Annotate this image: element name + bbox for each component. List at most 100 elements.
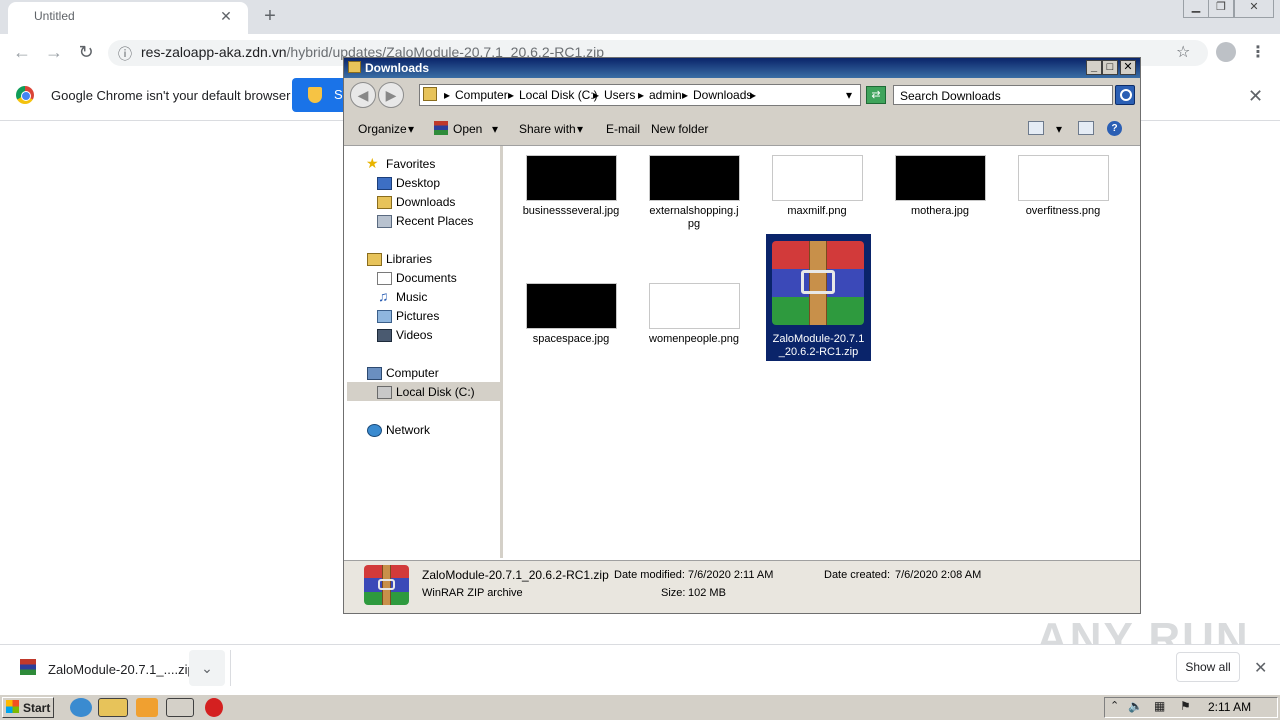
explorer-forward-icon[interactable]: ▶	[378, 82, 404, 108]
flag-icon[interactable]: ⚑	[1180, 699, 1191, 713]
breadcrumb-item[interactable]: Local Disk (C:)	[519, 88, 598, 102]
file-name[interactable]: maxmilf.png	[762, 205, 872, 218]
preview-pane-icon[interactable]	[1078, 121, 1094, 135]
chevron-down-icon[interactable]: ⌄	[189, 650, 225, 686]
new-folder-button[interactable]: New folder	[651, 122, 708, 136]
info-icon[interactable]: ⓘ	[118, 44, 132, 64]
search-input[interactable]: Search Downloads	[893, 85, 1113, 105]
details-type: WinRAR ZIP archive	[422, 587, 523, 599]
explorer-back-icon[interactable]: ◀	[350, 82, 376, 108]
chrome-menu-icon[interactable]: ⋮	[1250, 42, 1266, 62]
file-thumbnail[interactable]	[895, 155, 986, 201]
shelf-close-icon[interactable]: ✕	[1254, 658, 1267, 678]
refresh-icon[interactable]: ⇄	[866, 86, 886, 104]
explorer-titlebar[interactable]	[344, 58, 1140, 78]
file-name[interactable]: spacespace.jpg	[516, 333, 626, 346]
explorer-minimize-icon[interactable]: _	[1086, 60, 1102, 75]
file-name-wrap[interactable]: pg	[639, 218, 749, 231]
address-dropdown-icon[interactable]: ▾	[846, 88, 852, 102]
windows-logo-icon	[6, 700, 19, 713]
breadcrumb-item[interactable]: Downloads	[693, 88, 752, 102]
file-name[interactable]: businessseveral.jpg	[516, 205, 626, 218]
file-thumbnail[interactable]	[526, 283, 617, 329]
open-button[interactable]: Open	[453, 122, 482, 136]
tray-expand-icon[interactable]: ⌃	[1110, 699, 1119, 712]
chevron-down-icon[interactable]: ▾	[408, 122, 414, 136]
file-thumbnail[interactable]	[526, 155, 617, 201]
explorer-close-icon[interactable]: ✕	[1120, 60, 1136, 75]
winrar-archive-icon[interactable]	[772, 241, 864, 325]
breadcrumb-item[interactable]: Users	[604, 88, 635, 102]
recent-places-icon	[377, 215, 392, 228]
breadcrumb-separator-icon[interactable]: ▸	[750, 88, 756, 102]
minimize-icon[interactable]: ▁	[1183, 0, 1209, 18]
nav-network[interactable]: Network	[386, 423, 430, 437]
file-thumbnail[interactable]	[649, 155, 740, 201]
nav-favorites[interactable]: Favorites	[386, 157, 435, 171]
breadcrumb-separator-icon[interactable]: ▸	[508, 88, 514, 102]
view-icon[interactable]	[1028, 121, 1044, 135]
file-name[interactable]: ZaloModule-20.7.1 _20.6.2-RC1.zip	[766, 333, 871, 359]
restore-icon[interactable]: ❐	[1208, 0, 1234, 18]
forward-icon[interactable]: →	[42, 41, 66, 63]
profile-avatar[interactable]	[1216, 42, 1236, 62]
nav-pictures[interactable]: Pictures	[396, 309, 439, 323]
search-icon[interactable]	[1115, 85, 1135, 105]
infobar-close-icon[interactable]: ✕	[1248, 86, 1263, 107]
nav-desktop[interactable]: Desktop	[396, 176, 440, 190]
file-thumbnail[interactable]	[649, 283, 740, 329]
breadcrumb-separator-icon[interactable]: ▸	[593, 88, 599, 102]
file-thumbnail[interactable]	[772, 155, 863, 201]
file-name[interactable]: overfitness.png	[1008, 205, 1118, 218]
winrar-archive-icon	[364, 565, 409, 605]
internet-explorer-icon[interactable]	[70, 698, 92, 717]
email-button[interactable]: E-mail	[606, 122, 640, 136]
help-icon[interactable]: ?	[1107, 121, 1122, 136]
show-all-button[interactable]: Show all	[1176, 652, 1240, 682]
reload-icon[interactable]: ↻	[74, 41, 98, 63]
chevron-down-icon[interactable]: ▾	[1056, 122, 1062, 136]
back-icon[interactable]: ←	[10, 41, 34, 63]
volume-icon[interactable]: 🔈	[1128, 699, 1143, 713]
nav-libraries[interactable]: Libraries	[386, 252, 432, 266]
file-name[interactable]: womenpeople.png	[639, 333, 749, 346]
breadcrumb-separator-icon[interactable]: ▸	[638, 88, 644, 102]
chrome-taskbar-icon[interactable]	[166, 698, 194, 717]
breadcrumb-separator-icon[interactable]: ▸	[444, 88, 450, 102]
breadcrumb-separator-icon[interactable]: ▸	[682, 88, 688, 102]
close-icon[interactable]: ✕	[1234, 0, 1274, 18]
nav-computer[interactable]: Computer	[386, 366, 439, 380]
organize-button[interactable]: Organize	[358, 122, 407, 136]
local-disk-icon	[377, 386, 392, 399]
date-created-label: Date created:	[824, 569, 891, 581]
stop-icon[interactable]	[205, 698, 223, 717]
breadcrumb-item[interactable]: admin	[649, 88, 682, 102]
folder-icon	[348, 61, 361, 73]
media-player-icon[interactable]	[136, 698, 158, 717]
nav-downloads[interactable]: Downloads	[396, 195, 455, 209]
explorer-maximize-icon[interactable]: □	[1102, 60, 1118, 75]
nav-recent-places[interactable]: Recent Places	[396, 214, 473, 228]
documents-icon	[377, 272, 392, 285]
new-tab-icon[interactable]: +	[258, 6, 282, 28]
chevron-down-icon[interactable]: ▾	[577, 122, 583, 136]
nav-videos[interactable]: Videos	[396, 328, 432, 342]
file-name[interactable]: mothera.jpg	[885, 205, 995, 218]
libraries-icon	[367, 253, 382, 266]
bookmark-star-icon[interactable]: ☆	[1176, 42, 1190, 62]
nav-music[interactable]: Music	[396, 290, 427, 304]
network-tray-icon[interactable]: ▦	[1154, 699, 1165, 713]
explorer-taskbar-icon[interactable]	[98, 698, 128, 717]
download-item-name[interactable]: ZaloModule-20.7.1_....zip	[48, 662, 195, 677]
file-thumbnail[interactable]	[1018, 155, 1109, 201]
chevron-down-icon[interactable]: ▾	[492, 122, 498, 136]
clock[interactable]: 2:11 AM	[1208, 700, 1251, 714]
videos-icon	[377, 329, 392, 342]
shelf-divider	[230, 650, 231, 686]
nav-local-disk[interactable]: Local Disk (C:)	[396, 385, 475, 399]
file-name[interactable]: externalshopping.j	[639, 205, 749, 218]
tab-close-icon[interactable]: ✕	[216, 6, 236, 26]
share-with-button[interactable]: Share with	[519, 122, 576, 136]
breadcrumb-item[interactable]: Computer	[455, 88, 508, 102]
nav-documents[interactable]: Documents	[396, 271, 457, 285]
